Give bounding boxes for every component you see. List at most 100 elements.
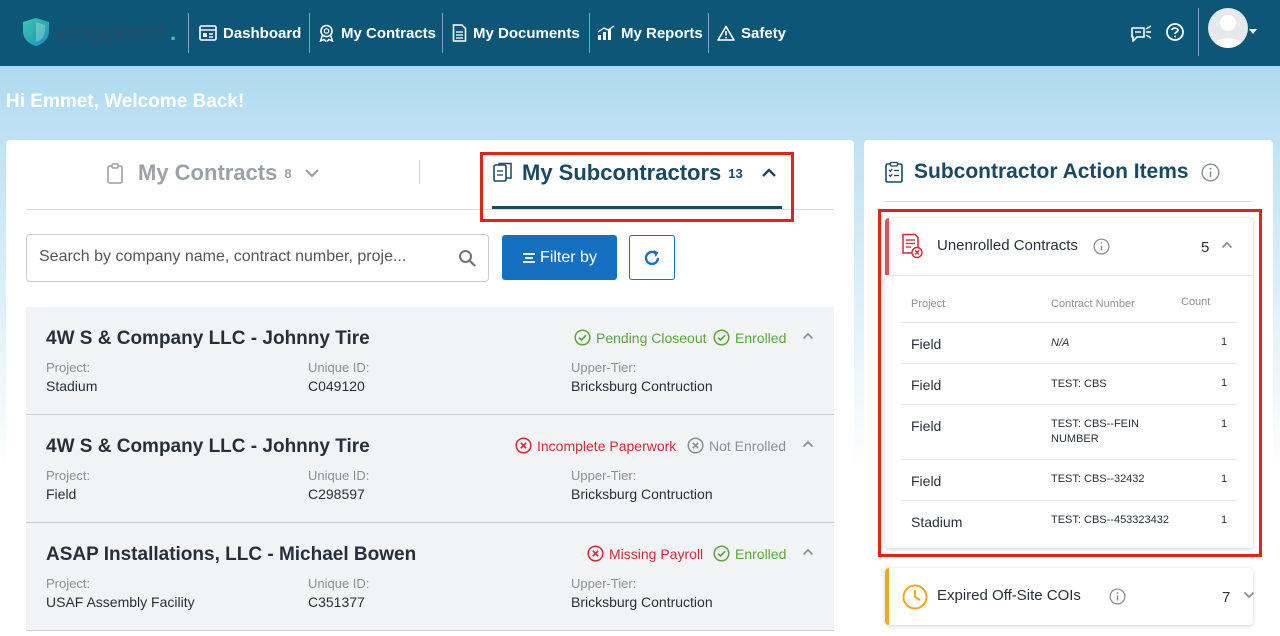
chevron-up-icon[interactable] bbox=[802, 440, 814, 448]
award-icon bbox=[319, 24, 334, 42]
refresh-icon bbox=[644, 249, 660, 265]
nav-my-documents[interactable]: My Documents bbox=[452, 22, 580, 44]
unique-id-label: Unique ID: bbox=[308, 360, 370, 375]
project-label: Project: bbox=[46, 576, 91, 591]
clipboard-icon bbox=[107, 163, 123, 184]
shield-logo-icon bbox=[23, 18, 49, 46]
dashboard-icon bbox=[199, 25, 217, 41]
announcement-icon[interactable] bbox=[1129, 22, 1153, 46]
chevron-down-icon[interactable] bbox=[1243, 591, 1255, 599]
list-item[interactable]: 4W S & Company LLC - Johnny Tire Pending… bbox=[26, 307, 834, 415]
x-circle-icon bbox=[687, 437, 704, 454]
status-badge: Not Enrolled bbox=[687, 437, 786, 454]
bar-chart-icon bbox=[597, 25, 615, 40]
filter-lines-icon bbox=[523, 252, 536, 263]
nav-my-reports[interactable]: My Reports bbox=[597, 22, 703, 44]
subcontractor-title: ASAP Installations, LLC - Michael Bowen bbox=[46, 544, 417, 565]
expired-off-site-cois-title: Expired Off-Site COIs bbox=[937, 587, 1081, 604]
search-box bbox=[26, 234, 489, 282]
subcontractor-title: 4W S & Company LLC - Johnny Tire bbox=[46, 328, 370, 349]
avatar[interactable] bbox=[1208, 8, 1248, 48]
nav-my-contracts[interactable]: My Contracts bbox=[318, 22, 436, 44]
check-circle-icon bbox=[713, 545, 730, 562]
top-nav-bar: wrapportal . Dashboard My Contracts My D… bbox=[0, 0, 1280, 66]
subcontractor-list: 4W S & Company LLC - Johnny Tire Pending… bbox=[26, 307, 834, 631]
chevron-up-icon[interactable] bbox=[802, 548, 814, 556]
document-icon bbox=[452, 24, 467, 42]
nav-safety[interactable]: Safety bbox=[717, 22, 786, 44]
wrapportal-logo[interactable]: wrapportal . bbox=[22, 17, 182, 49]
nav-separator bbox=[708, 13, 709, 53]
search-input[interactable] bbox=[39, 248, 439, 266]
tab-divider bbox=[419, 160, 420, 184]
list-item[interactable]: ASAP Installations, LLC - Michael Bowen … bbox=[26, 523, 834, 631]
nav-my-contracts-label: My Contracts bbox=[341, 24, 437, 42]
status-label: Enrolled bbox=[735, 329, 787, 346]
upper-tier-label: Upper-Tier: bbox=[571, 360, 637, 375]
tab-my-contracts[interactable]: My Contracts 8 bbox=[106, 160, 320, 186]
nav-safety-label: Safety bbox=[741, 24, 787, 42]
filter-by-button[interactable]: Filter by bbox=[502, 235, 617, 280]
user-silhouette-icon bbox=[1212, 15, 1244, 48]
nav-separator bbox=[1198, 8, 1199, 56]
nav-dashboard-label: Dashboard bbox=[223, 24, 302, 42]
unique-id-label: Unique ID: bbox=[308, 468, 370, 483]
warning-triangle-icon bbox=[717, 25, 735, 41]
status-badge: Missing Payroll bbox=[587, 545, 703, 562]
checklist-icon bbox=[885, 161, 903, 183]
tab-my-contracts-label: My Contracts bbox=[138, 160, 278, 185]
expired-off-site-cois-card[interactable]: Expired Off-Site COIs 7 bbox=[885, 568, 1255, 625]
status-badge: Incomplete Paperwork bbox=[515, 437, 676, 454]
help-icon[interactable] bbox=[1164, 22, 1188, 46]
refresh-button[interactable] bbox=[629, 235, 675, 280]
warning-accent-strip bbox=[885, 568, 889, 625]
logo-text: wrapportal bbox=[56, 20, 164, 45]
upper-tier-label: Upper-Tier: bbox=[571, 468, 637, 483]
upper-tier-value: Bricksburg Contruction bbox=[571, 378, 713, 394]
status-badge: Enrolled bbox=[713, 329, 786, 346]
action-items-title: Subcontractor Action Items bbox=[914, 160, 1189, 183]
upper-tier-value: Bricksburg Contruction bbox=[571, 486, 713, 502]
upper-tier-value: Bricksburg Contruction bbox=[571, 594, 713, 610]
chevron-up-icon[interactable] bbox=[802, 332, 814, 340]
nav-my-documents-label: My Documents bbox=[473, 24, 580, 42]
status-badge: Enrolled bbox=[713, 545, 786, 562]
info-icon[interactable] bbox=[1201, 163, 1220, 182]
status-label: Not Enrolled bbox=[709, 437, 787, 454]
contracts-panel: My Contracts 8 My Subcontractors 13 Filt… bbox=[6, 140, 854, 636]
welcome-message: Hi Emmet, Welcome Back! bbox=[6, 91, 245, 112]
status-badge: Pending Closeout bbox=[574, 329, 707, 346]
nav-separator bbox=[442, 13, 443, 53]
avatar-caret-icon[interactable] bbox=[1249, 29, 1257, 34]
upper-tier-label: Upper-Tier: bbox=[571, 576, 637, 591]
list-item[interactable]: 4W S & Company LLC - Johnny Tire Incompl… bbox=[26, 415, 834, 523]
x-circle-icon bbox=[515, 437, 532, 454]
status-label: Incomplete Paperwork bbox=[537, 437, 677, 454]
nav-my-reports-label: My Reports bbox=[621, 24, 703, 42]
check-circle-icon bbox=[713, 329, 730, 346]
expired-off-site-cois-count: 7 bbox=[1222, 589, 1231, 606]
chevron-down-icon[interactable] bbox=[304, 168, 320, 178]
filter-by-label: Filter by bbox=[540, 248, 597, 266]
highlight-box-subcontractors-tab bbox=[480, 152, 794, 222]
unique-id-value: C298597 bbox=[308, 486, 365, 502]
status-label: Missing Payroll bbox=[609, 545, 704, 562]
x-circle-icon bbox=[587, 545, 604, 562]
unique-id-value: C049120 bbox=[308, 378, 365, 394]
status-label: Enrolled bbox=[735, 545, 787, 562]
unique-id-value: C351377 bbox=[308, 594, 365, 610]
project-label: Project: bbox=[46, 360, 91, 375]
nav-separator bbox=[589, 13, 590, 53]
project-value: USAF Assembly Facility bbox=[46, 594, 195, 610]
clock-icon bbox=[902, 584, 928, 610]
nav-separator bbox=[309, 13, 310, 53]
status-label: Pending Closeout bbox=[596, 329, 707, 346]
search-icon[interactable] bbox=[458, 249, 476, 267]
nav-dashboard[interactable]: Dashboard bbox=[199, 22, 301, 44]
action-items-divider bbox=[884, 201, 1252, 202]
check-circle-icon bbox=[574, 329, 591, 346]
unique-id-label: Unique ID: bbox=[308, 576, 370, 591]
subcontractor-title: 4W S & Company LLC - Johnny Tire bbox=[46, 436, 370, 457]
info-icon[interactable] bbox=[1109, 588, 1126, 605]
nav-separator bbox=[188, 13, 189, 53]
